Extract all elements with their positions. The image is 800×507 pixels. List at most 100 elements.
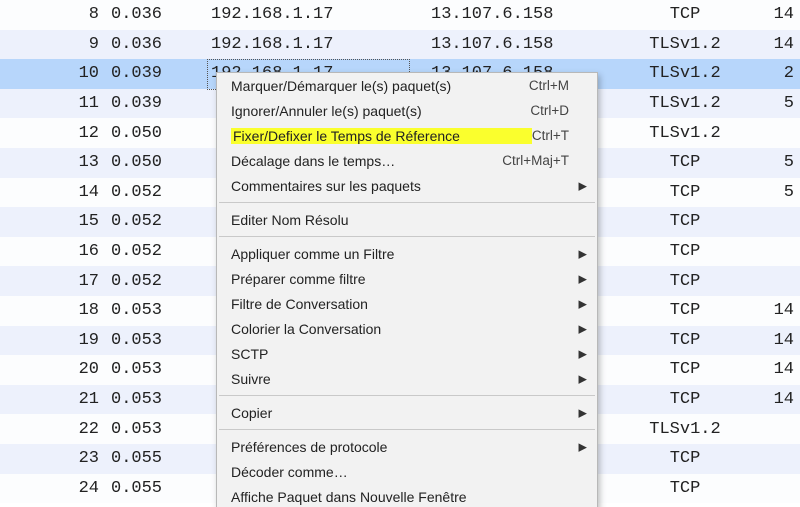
packet-proto-cell[interactable]: TCP (620, 207, 750, 237)
packet-proto-cell[interactable]: TLSv1.2 (620, 414, 750, 444)
context-menu[interactable]: Marquer/Démarquer le(s) paquet(s)Ctrl+MI… (216, 72, 598, 507)
packet-proto-cell[interactable]: TCP (620, 237, 750, 267)
packet-dst-cell[interactable]: 13.107.6.158 (425, 0, 620, 30)
packet-dst-cell[interactable]: 13.107.6.158 (425, 30, 620, 60)
packet-time-cell[interactable]: 0.055 (105, 444, 205, 474)
menu-item[interactable]: Suivre▶ (217, 366, 597, 391)
packet-time-cell[interactable]: 0.053 (105, 355, 205, 385)
packet-time-cell[interactable]: 0.039 (105, 89, 205, 119)
table-row[interactable]: 80.036192.168.1.1713.107.6.158TCP14 (0, 0, 800, 30)
packet-len-cell[interactable] (750, 207, 800, 237)
chevron-right-icon: ▶ (579, 247, 587, 260)
packet-proto-cell[interactable]: TLSv1.2 (620, 89, 750, 119)
packet-no-cell[interactable]: 11 (0, 89, 105, 119)
packet-src-cell[interactable]: 192.168.1.17 (205, 0, 425, 30)
packet-proto-cell[interactable]: TLSv1.2 (620, 30, 750, 60)
packet-time-cell[interactable]: 0.052 (105, 237, 205, 267)
packet-len-cell[interactable]: 14 (750, 296, 800, 326)
packet-len-cell[interactable]: 14 (750, 30, 800, 60)
packet-proto-cell[interactable]: TLSv1.2 (620, 118, 750, 148)
packet-len-cell[interactable]: 14 (750, 0, 800, 30)
menu-item[interactable]: Appliquer comme un Filtre▶ (217, 241, 597, 266)
packet-time-cell[interactable]: 0.050 (105, 148, 205, 178)
packet-proto-cell[interactable]: TCP (620, 178, 750, 208)
packet-time-cell[interactable]: 0.036 (105, 0, 205, 30)
packet-proto-cell[interactable]: TCP (620, 296, 750, 326)
packet-no-cell[interactable]: 18 (0, 296, 105, 326)
packet-len-cell[interactable] (750, 414, 800, 444)
packet-len-cell[interactable] (750, 237, 800, 267)
packet-no-cell[interactable]: 23 (0, 444, 105, 474)
packet-time-cell[interactable]: 0.053 (105, 296, 205, 326)
packet-time-cell[interactable]: 0.053 (105, 326, 205, 356)
packet-len-cell[interactable]: 14 (750, 385, 800, 415)
chevron-right-icon: ▶ (579, 372, 587, 385)
packet-no-cell[interactable]: 24 (0, 474, 105, 504)
chevron-right-icon: ▶ (579, 406, 587, 419)
packet-no-cell[interactable]: 19 (0, 326, 105, 356)
menu-item[interactable]: Décoder comme… (217, 459, 597, 484)
packet-no-cell[interactable]: 22 (0, 414, 105, 444)
menu-item-label: Commentaires sur les paquets (231, 178, 569, 194)
menu-item-label: Copier (231, 405, 569, 421)
packet-len-cell[interactable] (750, 474, 800, 504)
menu-item-label: SCTP (231, 346, 569, 362)
menu-item[interactable]: Commentaires sur les paquets ▶ (217, 173, 597, 198)
menu-item-label: Marquer/Démarquer le(s) paquet(s) (231, 78, 529, 94)
packet-time-cell[interactable]: 0.052 (105, 266, 205, 296)
packet-no-cell[interactable]: 12 (0, 118, 105, 148)
packet-time-cell[interactable]: 0.055 (105, 474, 205, 504)
table-row[interactable]: 90.036192.168.1.1713.107.6.158TLSv1.214 (0, 30, 800, 60)
packet-no-cell[interactable]: 20 (0, 355, 105, 385)
packet-proto-cell[interactable]: TCP (620, 0, 750, 30)
menu-item[interactable]: Affiche Paquet dans Nouvelle Fenêtre (217, 484, 597, 507)
packet-no-cell[interactable]: 10 (0, 59, 105, 89)
menu-item[interactable]: Colorier la Conversation▶ (217, 316, 597, 341)
packet-proto-cell[interactable]: TCP (620, 266, 750, 296)
packet-time-cell[interactable]: 0.036 (105, 30, 205, 60)
packet-proto-cell[interactable]: TCP (620, 326, 750, 356)
menu-item[interactable]: Filtre de Conversation▶ (217, 291, 597, 316)
packet-proto-cell[interactable]: TLSv1.2 (620, 59, 750, 89)
packet-proto-cell[interactable]: TCP (620, 474, 750, 504)
packet-proto-cell[interactable]: TCP (620, 385, 750, 415)
menu-item[interactable]: Copier ▶ (217, 400, 597, 425)
packet-no-cell[interactable]: 13 (0, 148, 105, 178)
packet-no-cell[interactable]: 16 (0, 237, 105, 267)
packet-proto-cell[interactable]: TCP (620, 444, 750, 474)
menu-item[interactable]: SCTP▶ (217, 341, 597, 366)
packet-len-cell[interactable]: 5 (750, 148, 800, 178)
packet-len-cell[interactable]: 5 (750, 178, 800, 208)
packet-len-cell[interactable] (750, 444, 800, 474)
packet-time-cell[interactable]: 0.052 (105, 178, 205, 208)
packet-proto-cell[interactable]: TCP (620, 148, 750, 178)
menu-item[interactable]: Fixer/Defixer le Temps de RéferenceCtrl+… (217, 123, 597, 148)
packet-time-cell[interactable]: 0.052 (105, 207, 205, 237)
menu-item[interactable]: Préparer comme filtre▶ (217, 266, 597, 291)
packet-no-cell[interactable]: 8 (0, 0, 105, 30)
chevron-right-icon: ▶ (579, 179, 587, 192)
packet-no-cell[interactable]: 17 (0, 266, 105, 296)
menu-item[interactable]: Editer Nom Résolu (217, 207, 597, 232)
packet-time-cell[interactable]: 0.053 (105, 385, 205, 415)
packet-proto-cell[interactable]: TCP (620, 355, 750, 385)
packet-len-cell[interactable]: 14 (750, 326, 800, 356)
packet-len-cell[interactable]: 14 (750, 355, 800, 385)
packet-no-cell[interactable]: 15 (0, 207, 105, 237)
menu-item-shortcut: Ctrl+D (530, 103, 569, 118)
packet-len-cell[interactable] (750, 118, 800, 148)
packet-no-cell[interactable]: 21 (0, 385, 105, 415)
packet-no-cell[interactable]: 14 (0, 178, 105, 208)
menu-item[interactable]: Préférences de protocole▶ (217, 434, 597, 459)
menu-item[interactable]: Ignorer/Annuler le(s) paquet(s)Ctrl+D (217, 98, 597, 123)
packet-len-cell[interactable] (750, 266, 800, 296)
menu-item[interactable]: Marquer/Démarquer le(s) paquet(s)Ctrl+M (217, 73, 597, 98)
packet-time-cell[interactable]: 0.050 (105, 118, 205, 148)
packet-src-cell[interactable]: 192.168.1.17 (205, 30, 425, 60)
packet-len-cell[interactable]: 2 (750, 59, 800, 89)
packet-len-cell[interactable]: 5 (750, 89, 800, 119)
packet-time-cell[interactable]: 0.053 (105, 414, 205, 444)
menu-item[interactable]: Décalage dans le temps…Ctrl+Maj+T (217, 148, 597, 173)
packet-time-cell[interactable]: 0.039 (105, 59, 205, 89)
packet-no-cell[interactable]: 9 (0, 30, 105, 60)
